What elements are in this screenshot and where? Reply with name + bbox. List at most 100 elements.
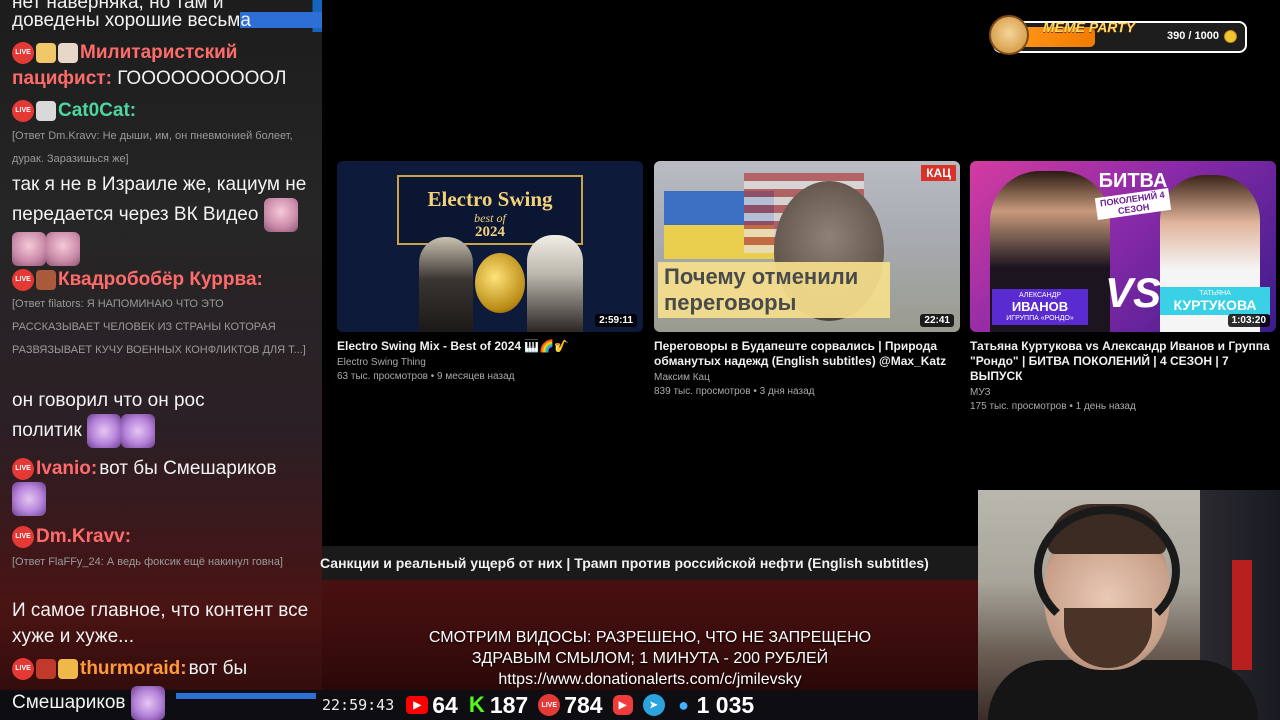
chat-username: Ivanio: (36, 458, 98, 479)
purple-emote-icon (130, 686, 165, 720)
chat-message: LIVE Cat0Cat: (12, 98, 312, 124)
live-badge-icon: LIVE (12, 458, 34, 480)
video-channel[interactable]: МУЗ (970, 386, 1276, 400)
thumbnail-figure (527, 235, 583, 332)
cat-emote-icon (58, 43, 78, 63)
stream-stats: 22:59:43 ▶ 64 K 187 LIVE 784 ▶ ➤ ● 1 035 (322, 690, 754, 720)
duck-emote-icon (58, 659, 78, 679)
chat-reply: [Ответ FlaFFy_24: А ведь фоксик ещё наки… (12, 556, 283, 568)
coin-icon (1224, 30, 1237, 43)
rutube-indicator: ▶ (612, 695, 633, 715)
kick-icon: K (468, 692, 485, 717)
chat-message: он говорил что он рос политик (12, 388, 232, 448)
live-badge-icon: LIVE (12, 42, 34, 64)
video-meta: 839 тыс. просмотров • 3 дня назад (654, 386, 815, 397)
purple-emote-icon (87, 414, 122, 448)
pink-emote-icon (46, 232, 80, 266)
video-duration: 2:59:11 (595, 314, 637, 327)
meme-party-count: 390 / 1000 (1167, 30, 1219, 42)
video-title[interactable]: Татьяна Куртукова vs Александр Иванов и … (970, 339, 1276, 384)
wine-emote-icon (36, 659, 56, 679)
live-viewers: LIVE 784 (538, 692, 603, 719)
chat-username: пацифист: (12, 68, 112, 89)
beer-emote-icon (36, 43, 56, 63)
thumbnail-text: ИВАНОВ (1011, 299, 1069, 314)
video-card[interactable]: БИТВА ПОКОЛЕНИЙ 4 СЕЗОН VS АЛЕКСАНДР ИВА… (970, 161, 1276, 414)
thumbnail-text: Почему отменили переговоры (658, 262, 890, 318)
thumbnail-text: КУРТУКОВА (1173, 297, 1257, 313)
meme-party-widget: MEME PARTY 390 / 1000 (989, 15, 1247, 55)
chat-username: Cat0Cat: (58, 100, 137, 121)
pink-emote-icon (263, 198, 298, 232)
video-meta: 175 тыс. просмотров • 1 день назад (970, 401, 1136, 412)
chat-username: thurmoraid: (80, 658, 187, 679)
youtube-icon: ▶ (406, 696, 429, 714)
headphones-icon (1034, 506, 1180, 636)
thumbnail-text: VS (1105, 269, 1162, 316)
rutube-icon: ▶ (612, 695, 633, 715)
name-plate: АЛЕКСАНДР ИВАНОВ ИГРУППА «РОНДО» (992, 289, 1088, 325)
telegram-icon: ➤ (642, 694, 665, 716)
video-title[interactable]: Electro Swing Mix - Best of 2024 🎹🌈🎷 (337, 339, 643, 354)
youtube-count: 64 (432, 691, 458, 718)
video-thumbnail[interactable]: Electro Swing best of 2024 2:59:11 (337, 161, 643, 332)
chat-text: так я не в Израиле же, кациум не передае… (12, 174, 307, 226)
now-playing-title: Санкции и реальный ущерб от них | Трамп … (320, 555, 929, 571)
avatar-emote-icon (36, 101, 56, 121)
video-card[interactable]: Electro Swing best of 2024 2:59:11 Elect… (337, 161, 643, 384)
live-badge-icon: LIVE (12, 100, 34, 122)
chat-message: LIVE Милитаристский пацифист: ГООООООООО… (12, 40, 312, 92)
total-viewers: ● 1 035 (675, 692, 754, 719)
chat-message: доведены хорошие весьма (12, 10, 251, 31)
chat-text: Смешариков (12, 692, 126, 714)
chat-reply: [Ответ filators: Я НАПОМИНАЮ ЧТО ЭТО РАС… (12, 298, 306, 356)
chat-message: Смешариков (12, 686, 192, 720)
video-thumbnail[interactable]: БИТВА ПОКОЛЕНИЙ 4 СЕЗОН VS АЛЕКСАНДР ИВА… (970, 161, 1276, 332)
meme-party-label: MEME PARTY (1043, 19, 1136, 35)
video-thumbnail[interactable]: КАЦ Почему отменили переговоры 22:41 (654, 161, 960, 332)
chat-panel: нет наверняка, но там и доведены хорошие… (0, 0, 322, 720)
chat-message: LIVE thurmoraid: вот бы (12, 656, 312, 682)
chat-message: LIVE Ivanio: вот бы Смешариков (12, 456, 312, 516)
youtube-viewers: ▶ 64 (406, 692, 458, 719)
chat-username: Милитаристский (80, 42, 238, 63)
hand-emote-icon (36, 270, 56, 290)
purple-emote-icon (12, 482, 46, 516)
live-badge-icon: LIVE (12, 269, 34, 291)
video-card[interactable]: КАЦ Почему отменили переговоры 22:41 Пер… (654, 161, 960, 399)
chat-message: LIVE Квадробобёр Куррва: (12, 267, 312, 293)
chat-username: Dm.Kravv: (36, 526, 132, 547)
purple-emote-icon (121, 414, 156, 448)
video-channel[interactable]: Electro Swing Thing (337, 356, 643, 370)
user-icon: ● (678, 694, 690, 715)
live-badge-icon: LIVE (12, 658, 34, 680)
kick-viewers: K 187 (468, 692, 528, 719)
video-duration: 1:03:20 (1227, 314, 1270, 327)
donation-link[interactable]: https://www.donationalerts.com/c/jmilevs… (322, 669, 978, 690)
kick-count: 187 (489, 691, 529, 718)
info-text: СМОТРИМ ВИДОСЫ: РАЗРЕШЕНО, ЧТО НЕ ЗАПРЕЩ… (322, 627, 978, 690)
video-channel[interactable]: Максим Кац (654, 371, 960, 385)
thumbnail-text: Electro Swing (427, 187, 553, 211)
chat-message: LIVE Dm.Kravv: (12, 524, 312, 550)
thumbnail-text: АЛЕКСАНДР (1018, 292, 1062, 299)
chat-text: ГООООООООООЛ (117, 68, 287, 89)
chat-text: вот бы (188, 658, 248, 679)
name-plate: ТАТЬЯНА КУРТУКОВА (1160, 287, 1270, 315)
clock: 22:59:43 (322, 696, 395, 714)
thumbnail-text: ТАТЬЯНА (1199, 290, 1231, 297)
chat-username: Квадробобёр Куррва: (58, 269, 263, 290)
telegram-indicator: ➤ (642, 694, 665, 716)
thumbnail-text: ИГРУППА «РОНДО» (1006, 315, 1074, 322)
webcam-feed (978, 490, 1280, 720)
info-line: ЗДРАВЫМ СМЫЛОМ; 1 МИНУТА - 200 РУБЛЕЙ (471, 650, 829, 667)
live-icon: LIVE (538, 694, 561, 716)
video-duration: 22:41 (920, 314, 954, 327)
video-title[interactable]: Переговоры в Будапеште сорвались | Приро… (654, 339, 960, 369)
live-badge-icon: LIVE (12, 526, 34, 548)
info-line: СМОТРИМ ВИДОСЫ: РАЗРЕШЕНО, ЧТО НЕ ЗАПРЕЩ… (428, 629, 872, 646)
thumbnail-figure (419, 237, 473, 332)
video-meta: 63 тыс. просмотров • 9 месяцев назад (337, 371, 515, 382)
chat-reply: [Ответ Dm.Kravv: Не дыши, им, он пневмон… (12, 130, 293, 165)
chat-message: так я не в Израиле же, кациум не передае… (12, 172, 312, 266)
